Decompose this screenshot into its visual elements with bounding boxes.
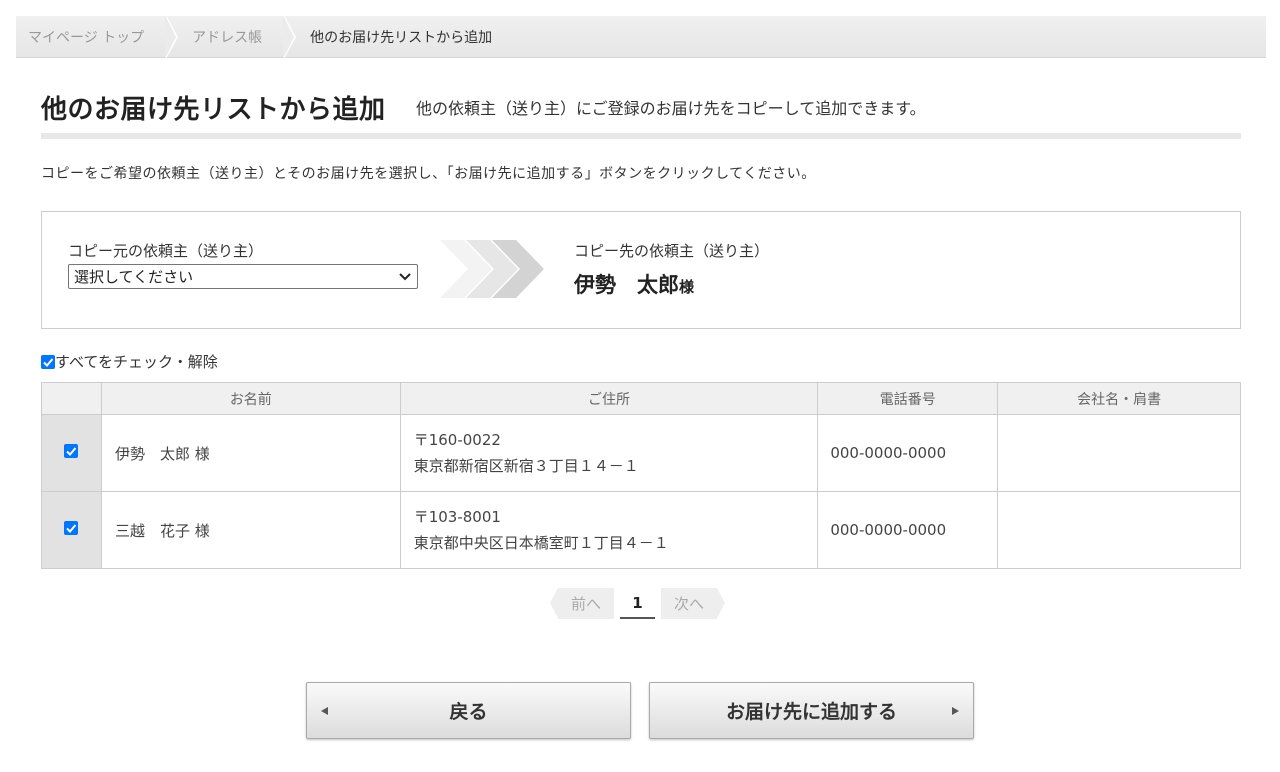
row-name: 三越 花子 様 xyxy=(100,491,401,569)
row-street-address: 東京都新宿区新宿３丁目１４－１ xyxy=(413,457,639,475)
copy-direction-arrows-icon xyxy=(440,240,544,298)
row-company xyxy=(997,491,1241,569)
title-divider xyxy=(41,133,1241,139)
chevron-down-icon xyxy=(399,273,411,281)
check-all-checkbox[interactable] xyxy=(41,354,55,369)
table-row: 伊勢 太郎 様 〒160-0022 東京都新宿区新宿３丁目１４－１ 000-00… xyxy=(41,414,1241,492)
row-street-address: 東京都中央区日本橋室町１丁目４－１ xyxy=(413,534,669,552)
col-header-name: お名前 xyxy=(100,382,401,415)
dest-sender-name-text: 伊勢 太郎 xyxy=(574,273,679,297)
triangle-left-icon xyxy=(321,707,328,715)
breadcrumb-address-book[interactable]: アドレス帳 xyxy=(166,15,297,59)
breadcrumb: マイページ トップ アドレス帳 他のお届け先リストから追加 xyxy=(16,15,1266,59)
row-tel: 000-0000-0000 xyxy=(817,414,999,492)
row-company xyxy=(997,414,1241,492)
dest-sender-honorific: 様 xyxy=(679,278,695,296)
row-address: 〒103-8001 東京都中央区日本橋室町１丁目４－１ xyxy=(399,491,819,569)
checkmark-icon xyxy=(66,447,77,456)
dest-sender-label: コピー先の依頼主（送り主） xyxy=(574,242,770,260)
breadcrumb-current: 他のお届け先リストから追加 xyxy=(310,29,493,46)
breadcrumb-mypage-top[interactable]: マイページ トップ xyxy=(16,15,179,59)
col-header-tel: 電話番号 xyxy=(817,382,999,415)
check-all-toggle[interactable]: すべてをチェック・解除 xyxy=(41,351,218,372)
row-tel: 000-0000-0000 xyxy=(817,491,999,569)
add-to-destinations-button[interactable]: お届け先に追加する xyxy=(649,682,974,739)
row-select-cell xyxy=(41,414,102,492)
pager-prev-button[interactable]: 前へ xyxy=(550,588,614,619)
checkmark-icon xyxy=(43,357,54,367)
pager-next-button[interactable]: 次へ xyxy=(661,588,725,619)
row-name: 伊勢 太郎 様 xyxy=(100,414,401,492)
row-postal-code: 〒160-0022 xyxy=(413,431,501,449)
col-header-address: ご住所 xyxy=(399,382,819,415)
add-button-label: お届け先に追加する xyxy=(725,702,897,723)
page-title: 他のお届け先リストから追加 xyxy=(41,95,386,125)
triangle-right-icon xyxy=(952,707,959,715)
col-header-company: 会社名・肩書 xyxy=(997,382,1241,415)
source-sender-label: コピー元の依頼主（送り主） xyxy=(68,242,264,260)
row-address: 〒160-0022 東京都新宿区新宿３丁目１４－１ xyxy=(399,414,819,492)
row-checkbox[interactable] xyxy=(64,444,79,458)
check-all-label: すべてをチェック・解除 xyxy=(55,353,218,371)
row-select-cell xyxy=(41,491,102,569)
back-button-label: 戻る xyxy=(449,702,488,723)
back-button[interactable]: 戻る xyxy=(306,682,631,739)
source-sender-select-value: 選択してください xyxy=(74,268,194,286)
address-table: お名前 ご住所 電話番号 会社名・肩書 伊勢 太郎 様 〒160-0022 東京… xyxy=(41,382,1241,569)
copy-panel: コピー元の依頼主（送り主） 選択してください コピー先の依頼主（送り主） 伊勢 … xyxy=(41,211,1241,329)
dest-sender-name: 伊勢 太郎様 xyxy=(574,269,694,299)
source-sender-select[interactable]: 選択してください xyxy=(68,264,418,289)
row-checkbox[interactable] xyxy=(64,521,79,535)
table-row: 三越 花子 様 〒103-8001 東京都中央区日本橋室町１丁目４－１ 000-… xyxy=(41,491,1241,569)
pager-current-page: 1 xyxy=(620,588,655,619)
table-header-row: お名前 ご住所 電話番号 会社名・肩書 xyxy=(41,382,1241,415)
instruction-text: コピーをご希望の依頼主（送り主）とそのお届け先を選択し、「お届け先に追加する」ボ… xyxy=(41,166,816,182)
row-postal-code: 〒103-8001 xyxy=(413,508,501,526)
checkmark-icon xyxy=(66,524,77,533)
page-subtitle: 他の依頼主（送り主）にご登録のお届け先をコピーして追加できます。 xyxy=(416,99,926,118)
pagination: 前へ 1 次へ xyxy=(550,588,725,619)
col-header-select xyxy=(41,382,102,415)
